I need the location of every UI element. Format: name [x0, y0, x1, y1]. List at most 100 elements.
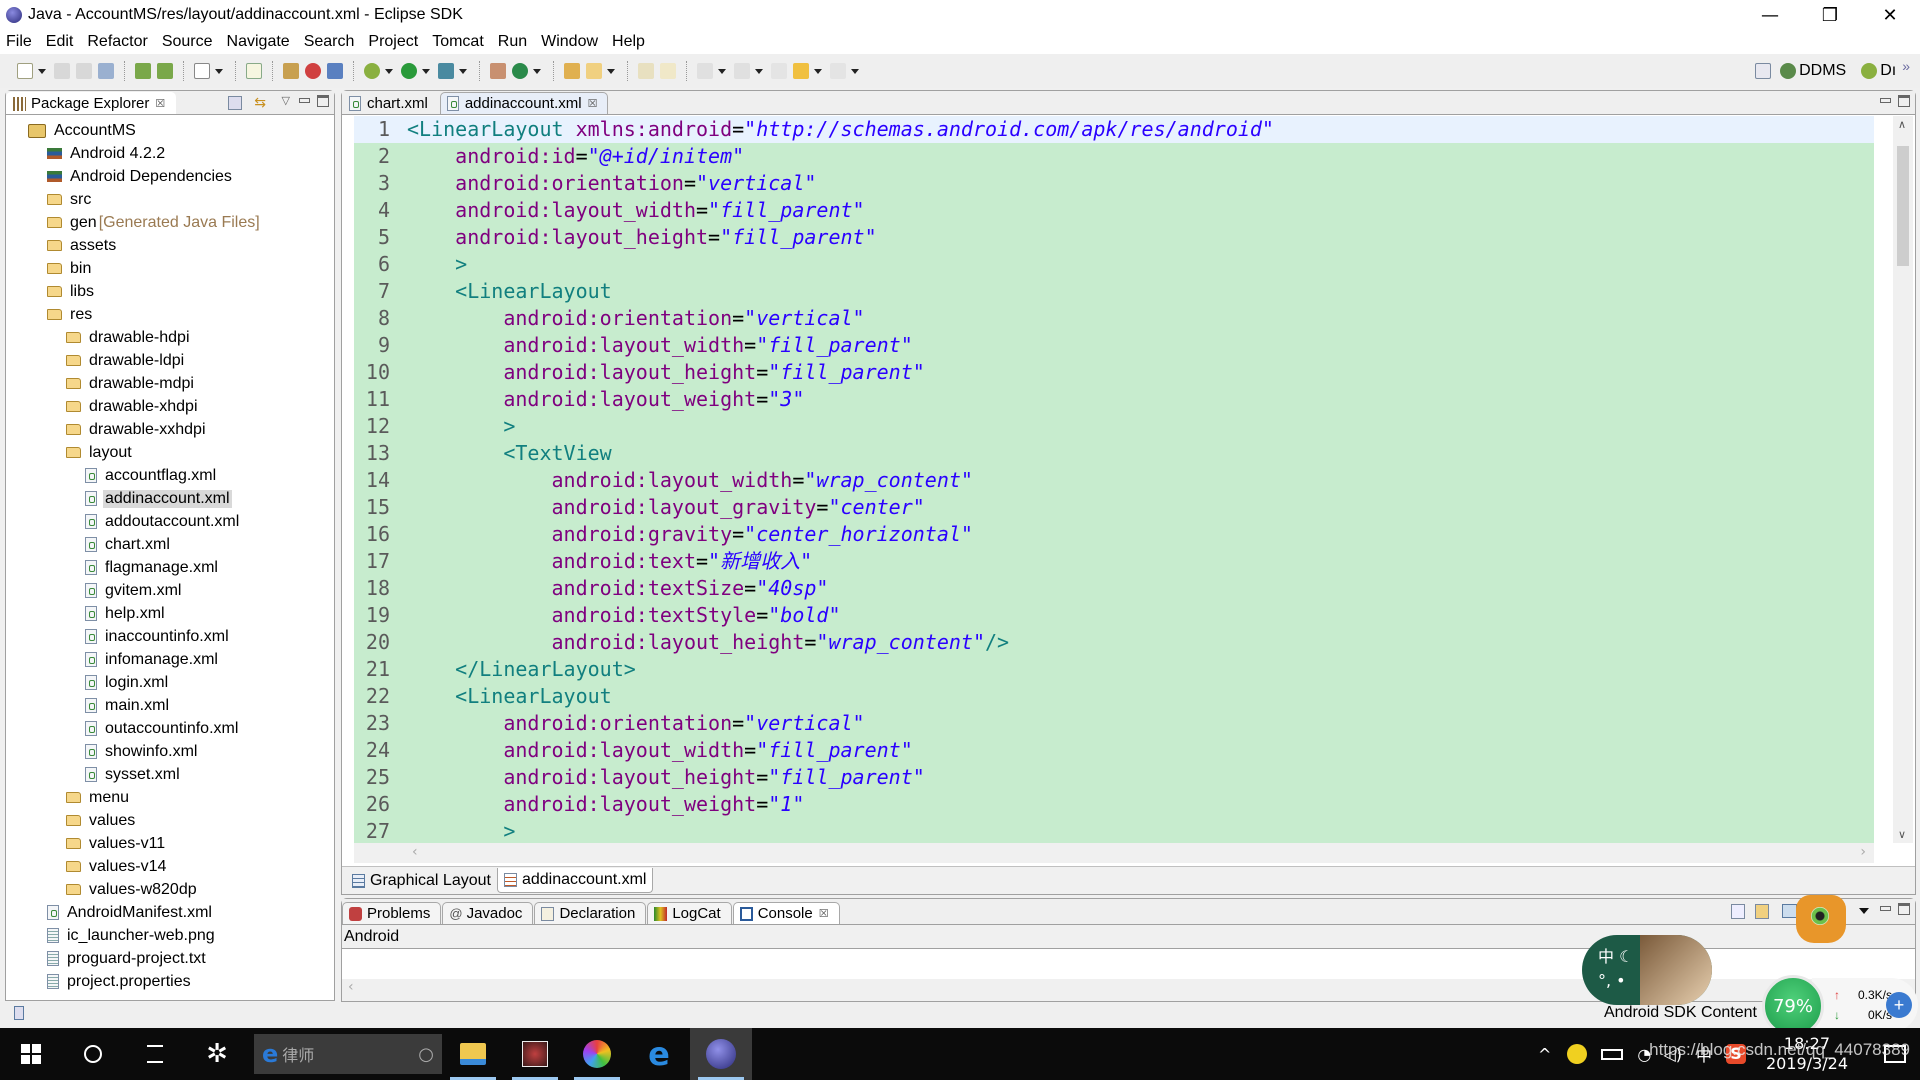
- back-icon[interactable]: [793, 63, 809, 79]
- android-sdk-manager-icon[interactable]: [135, 63, 151, 79]
- cortana-icon[interactable]: [62, 1028, 124, 1080]
- vertical-scrollbar-thumb[interactable]: [1897, 146, 1909, 266]
- link-with-editor-icon[interactable]: ⇆: [254, 95, 266, 111]
- tree-item[interactable]: infomanage.xml: [6, 648, 334, 671]
- perspective-ddms[interactable]: DDMS: [1799, 62, 1846, 80]
- menu-tomcat[interactable]: Tomcat: [432, 33, 484, 51]
- tree-item[interactable]: drawable-xxhdpi: [6, 418, 334, 441]
- eclipse-taskbar-icon[interactable]: [690, 1028, 752, 1080]
- tree-item[interactable]: layout: [6, 441, 334, 464]
- taskbar-search-box[interactable]: e 律师 ○: [254, 1034, 442, 1074]
- tomcat-start-icon[interactable]: [283, 63, 299, 79]
- start-button[interactable]: [0, 1028, 62, 1080]
- edge-taskbar-icon[interactable]: e: [628, 1028, 690, 1080]
- scroll-right-icon[interactable]: ›: [1860, 844, 1866, 860]
- code-line[interactable]: 27 >: [354, 818, 1874, 843]
- previous-annotation-dropdown-icon[interactable]: [755, 68, 763, 74]
- tomcat-stop-icon[interactable]: [305, 63, 321, 79]
- tab-problems[interactable]: Problems: [342, 902, 442, 924]
- code-line[interactable]: 26 android:layout_weight="1": [354, 791, 1874, 818]
- clear-console-icon[interactable]: [1731, 904, 1745, 919]
- restore-button[interactable]: ❐: [1800, 0, 1860, 30]
- console-menu-icon[interactable]: [1859, 908, 1869, 914]
- browser-360-taskbar-icon[interactable]: [566, 1028, 628, 1080]
- tree-item[interactable]: ic_launcher-web.png: [6, 924, 334, 947]
- android-avd-manager-icon[interactable]: [157, 63, 173, 79]
- tree-item[interactable]: drawable-mdpi: [6, 372, 334, 395]
- view-menu-icon[interactable]: ▽: [282, 94, 290, 107]
- code-line[interactable]: 22 <LinearLayout: [354, 683, 1874, 710]
- code-line[interactable]: 21 </LinearLayout>: [354, 656, 1874, 683]
- scroll-up-icon[interactable]: ∧: [1898, 118, 1906, 131]
- code-line[interactable]: 6 >: [354, 251, 1874, 278]
- fast-view-icon[interactable]: [14, 1006, 24, 1020]
- menu-search[interactable]: Search: [304, 33, 355, 51]
- pinwheel-app-icon[interactable]: ✲: [186, 1028, 248, 1080]
- tree-item[interactable]: inaccountinfo.xml: [6, 625, 334, 648]
- code-line[interactable]: 7 <LinearLayout: [354, 278, 1874, 305]
- new-class-dropdown-icon[interactable]: [533, 68, 541, 74]
- code-line[interactable]: 9 android:layout_width="fill_parent": [354, 332, 1874, 359]
- code-line[interactable]: 23 android:orientation="vertical": [354, 710, 1874, 737]
- tree-item[interactable]: AndroidManifest.xml: [6, 901, 334, 924]
- next-annotation-dropdown-icon[interactable]: [718, 68, 726, 74]
- close-console-icon[interactable]: ☒: [819, 907, 829, 920]
- menu-help[interactable]: Help: [612, 33, 645, 51]
- tree-item[interactable]: drawable-xhdpi: [6, 395, 334, 418]
- more-perspectives-icon[interactable]: »: [1902, 58, 1910, 74]
- tree-item[interactable]: values-v11: [6, 832, 334, 855]
- close-package-explorer-icon[interactable]: ☒: [155, 97, 165, 110]
- tab-declaration[interactable]: Declaration: [534, 902, 647, 924]
- tree-item[interactable]: drawable-ldpi: [6, 349, 334, 372]
- print-icon[interactable]: [98, 63, 114, 79]
- tree-item[interactable]: project.properties: [6, 970, 334, 993]
- tree-item[interactable]: AccountMS: [6, 119, 334, 142]
- show-hidden-icons[interactable]: ^: [1538, 1045, 1551, 1064]
- tab-graphical-layout[interactable]: Graphical Layout: [346, 868, 497, 893]
- maximize-editor-icon[interactable]: [1898, 95, 1910, 107]
- new-java-class-icon[interactable]: [512, 63, 528, 79]
- tab-addinaccount-xml[interactable]: addinaccount.xml ☒: [439, 92, 609, 114]
- menu-run[interactable]: Run: [498, 33, 527, 51]
- save-all-icon[interactable]: [76, 63, 92, 79]
- run-dropdown-icon[interactable]: [422, 68, 430, 74]
- code-line[interactable]: 19 android:textStyle="bold": [354, 602, 1874, 629]
- search-dropdown-icon[interactable]: [607, 68, 615, 74]
- code-line[interactable]: 11 android:layout_weight="3": [354, 386, 1874, 413]
- tree-item[interactable]: Android Dependencies: [6, 165, 334, 188]
- battery-icon[interactable]: [1601, 1048, 1624, 1060]
- tree-item[interactable]: assets: [6, 234, 334, 257]
- menu-edit[interactable]: Edit: [46, 33, 74, 51]
- speedup-plus-icon[interactable]: +: [1886, 992, 1912, 1018]
- run-icon[interactable]: [401, 63, 417, 79]
- code-editor[interactable]: 1 <LinearLayout xmlns:android="http://sch…: [354, 116, 1874, 843]
- search-tool-icon[interactable]: [586, 63, 602, 79]
- debug-icon[interactable]: [364, 63, 380, 79]
- code-line[interactable]: 12 >: [354, 413, 1874, 440]
- tab-xml-source[interactable]: addinaccount.xml: [496, 868, 654, 893]
- tree-item[interactable]: values: [6, 809, 334, 832]
- tree-item[interactable]: Android 4.2.2: [6, 142, 334, 165]
- menu-window[interactable]: Window: [541, 33, 598, 51]
- tab-logcat[interactable]: LogCat: [647, 902, 732, 924]
- tree-item[interactable]: menu: [6, 786, 334, 809]
- menu-refactor[interactable]: Refactor: [87, 33, 147, 51]
- tree-item[interactable]: addoutaccount.xml: [6, 510, 334, 533]
- tree-item[interactable]: res: [6, 303, 334, 326]
- tab-chart-xml[interactable]: chart.xml: [342, 92, 439, 114]
- tomcat-restart-icon[interactable]: [327, 63, 343, 79]
- save-icon[interactable]: [54, 63, 70, 79]
- game-app-taskbar-icon[interactable]: [504, 1028, 566, 1080]
- scroll-down-icon[interactable]: ∨: [1898, 828, 1906, 841]
- code-line[interactable]: 17 android:text="新增收入": [354, 548, 1874, 575]
- scroll-lock-icon[interactable]: [1755, 904, 1769, 919]
- code-line[interactable]: 3 android:orientation="vertical": [354, 170, 1874, 197]
- close-button[interactable]: ✕: [1860, 0, 1920, 30]
- menu-navigate[interactable]: Navigate: [227, 33, 290, 51]
- show-whitespace-icon[interactable]: [660, 63, 676, 79]
- tree-item[interactable]: proguard-project.txt: [6, 947, 334, 970]
- tree-item[interactable]: main.xml: [6, 694, 334, 717]
- minimize-console-icon[interactable]: [1880, 906, 1891, 911]
- collapse-all-icon[interactable]: [228, 96, 242, 110]
- tree-item[interactable]: gen [Generated Java Files]: [6, 211, 334, 234]
